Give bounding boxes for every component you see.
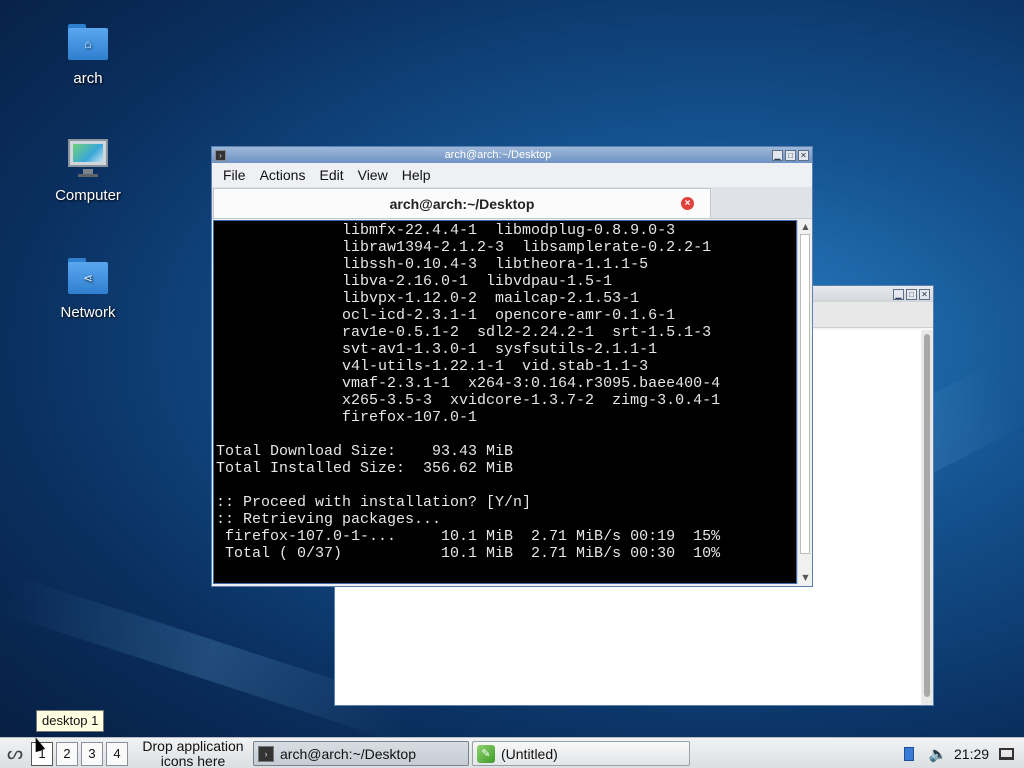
terminal-line: rav1e-0.5.1-2 sdl2-2.24.2-1 srt-1.5.1-3	[216, 324, 712, 341]
desktop-pager: 1 2 3 4	[31, 741, 131, 766]
menu-edit[interactable]: Edit	[312, 167, 350, 183]
show-desktop-button[interactable]	[999, 741, 1017, 766]
tab-terminal[interactable]: arch@arch:~/Desktop ×	[213, 188, 711, 218]
terminal-line: :: Proceed with installation? [Y/n]	[216, 494, 532, 511]
desktop-icon-label: Network	[60, 304, 116, 321]
terminal-line: vmaf-2.3.1-1 x264-3:0.164.r3095.baee400-…	[216, 375, 721, 392]
terminal-line: firefox-107.0-1-... 10.1 MiB 2.71 MiB/s …	[216, 528, 721, 545]
editor-scrollbar[interactable]	[921, 330, 933, 705]
terminal-line: ocl-icd-2.3.1-1 opencore-amr-0.1.6-1	[216, 307, 676, 324]
desktop-icon-label: arch	[73, 70, 103, 87]
terminal-line: libva-2.16.0-1 libvdpau-1.5-1	[216, 273, 613, 290]
task-label: arch@arch:~/Desktop	[280, 745, 416, 762]
terminal-line: libvpx-1.12.0-2 mailcap-2.1.53-1	[216, 290, 640, 307]
minimize-button[interactable]: ▁	[893, 288, 904, 300]
scroll-down-arrow-icon[interactable]: ▼	[798, 571, 813, 584]
terminal-scrollbar[interactable]: ▲ ▼	[797, 220, 812, 584]
clock[interactable]: 21:29	[954, 741, 989, 766]
desktop-icon-network[interactable]: ⋖ Network	[33, 254, 143, 321]
lxqt-menu-icon: ᔕ	[6, 743, 24, 763]
close-button[interactable]: ✕	[798, 149, 809, 161]
menu-bar: File Actions Edit View Help	[212, 163, 812, 187]
terminal-icon[interactable]: ›	[215, 149, 226, 161]
drop-text-line2: icons here	[160, 752, 226, 768]
terminal-line: Total Installed Size: 356.62 MiB	[216, 460, 514, 477]
scroll-up-arrow-icon[interactable]: ▲	[798, 220, 813, 233]
volume-icon[interactable]: 🔈	[928, 741, 948, 766]
computer-icon	[66, 137, 110, 181]
minimize-button[interactable]: ▁	[772, 149, 783, 161]
menu-file[interactable]: File	[216, 167, 253, 183]
terminal-icon: ›	[258, 745, 274, 762]
terminal-line: x265-3.5-3 xvidcore-1.3.7-2 zimg-3.0.4-1	[216, 392, 721, 409]
drop-text-line1: Drop application	[142, 737, 244, 754]
menu-help[interactable]: Help	[395, 167, 438, 183]
task-button-terminal[interactable]: › arch@arch:~/Desktop	[253, 741, 469, 766]
taskbar: ᔕ 1 2 3 4 Drop application icons here › …	[0, 737, 1024, 768]
desktop-2-button[interactable]: 2	[56, 741, 78, 766]
terminal-output[interactable]: libmfx-22.4.4-1 libmodplug-0.8.9.0-3 lib…	[213, 220, 797, 584]
maximize-button[interactable]: □	[785, 149, 796, 161]
terminal-text: libmfx-22.4.4-1 libmodplug-0.8.9.0-3 lib…	[214, 222, 796, 562]
quicklaunch-drop-area[interactable]: Drop application icons here	[136, 738, 250, 768]
terminal-line: libssh-0.10.4-3 libtheora-1.1.1-5	[216, 256, 649, 273]
terminal-line: firefox-107.0-1	[216, 409, 478, 426]
application-menu-button[interactable]: ᔕ	[2, 741, 28, 766]
terminal-line: libraw1394-2.1.2-3 libsamplerate-0.2.2-1	[216, 239, 712, 256]
desktop-3-button[interactable]: 3	[81, 741, 103, 766]
task-label: (Untitled)	[501, 745, 558, 762]
home-folder-icon: ⌂	[66, 20, 110, 64]
network-folder-icon: ⋖	[66, 254, 110, 298]
window-title: arch@arch:~/Desktop	[444, 149, 552, 161]
terminal-line: Total ( 0/37) 10.1 MiB 2.71 MiB/s 00:30 …	[216, 545, 721, 562]
terminal-window[interactable]: › arch@arch:~/Desktop ▁ □ ✕ File Actions…	[211, 146, 813, 587]
menu-view[interactable]: View	[351, 167, 395, 183]
clipboard-tray-icon[interactable]	[900, 741, 918, 766]
menu-actions[interactable]: Actions	[253, 167, 313, 183]
tab-bar: arch@arch:~/Desktop ×	[212, 187, 812, 219]
tab-label: arch@arch:~/Desktop	[389, 195, 535, 212]
desktop-4-button[interactable]: 4	[106, 741, 128, 766]
desktop-icon-computer[interactable]: Computer	[33, 137, 143, 204]
show-desktop-icon	[999, 747, 1014, 760]
desktop-pager-tooltip: desktop 1	[36, 710, 105, 732]
terminal-line: svt-av1-1.3.0-1 sysfsutils-2.1.1-1	[216, 341, 658, 358]
terminal-line: libmfx-22.4.4-1 libmodplug-0.8.9.0-3	[216, 222, 676, 239]
desktop-icon-home[interactable]: ⌂ arch	[33, 20, 143, 87]
scrollbar-thumb[interactable]	[924, 334, 930, 697]
terminal-line: :: Retrieving packages...	[216, 511, 442, 528]
terminal-line: Total Download Size: 93.43 MiB	[216, 443, 514, 460]
text-editor-icon: ✎	[477, 744, 495, 763]
terminal-line: v4l-utils-1.22.1-1 vid.stab-1.1-3	[216, 358, 649, 375]
close-tab-icon[interactable]: ×	[681, 197, 694, 210]
scrollbar-thumb[interactable]	[800, 234, 810, 554]
close-button[interactable]: ✕	[919, 288, 930, 300]
task-button-editor[interactable]: ✎ (Untitled)	[472, 741, 690, 766]
terminal-titlebar[interactable]: › arch@arch:~/Desktop ▁ □ ✕	[212, 147, 812, 163]
desktop-icon-label: Computer	[55, 187, 121, 204]
maximize-button[interactable]: □	[906, 288, 917, 300]
